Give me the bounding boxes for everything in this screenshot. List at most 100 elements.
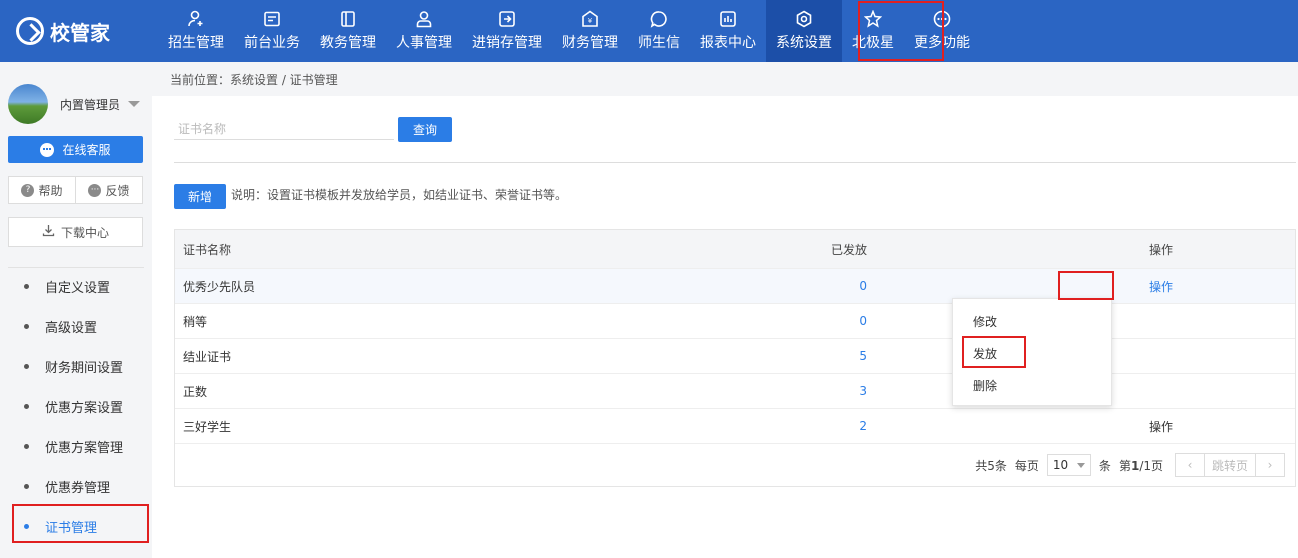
action-menu-button[interactable]: 操作 xyxy=(1149,280,1173,294)
menu-item-edit[interactable]: 修改 xyxy=(953,305,1111,337)
nav-label: 招生管理 xyxy=(168,35,224,51)
user-add-icon xyxy=(187,10,205,28)
question-icon: ? xyxy=(21,183,35,197)
money-icon: ¥ xyxy=(581,10,599,28)
table-row: 结业证书 5 xyxy=(175,339,1295,374)
nav-item-frontdesk[interactable]: 前台业务 xyxy=(234,0,310,62)
user-name: 内置管理员 xyxy=(60,97,121,112)
pager-controls: ‹ 跳转页 › xyxy=(1175,453,1285,477)
bullet-icon xyxy=(24,523,29,529)
nav-label: 系统设置 xyxy=(776,35,832,51)
nav-item-hr[interactable]: 人事管理 xyxy=(386,0,462,62)
nav-label: 前台业务 xyxy=(244,35,300,51)
settings-icon xyxy=(795,10,813,28)
nav-item-system-settings[interactable]: 系统设置 xyxy=(766,0,842,62)
star-icon xyxy=(864,10,882,28)
nav-menu: 招生管理 前台业务 教务管理 人事管理 进销存管理 ¥ 财务管理 师生信 报表中 xyxy=(158,0,980,62)
nav-item-finance[interactable]: ¥ 财务管理 xyxy=(552,0,628,62)
bullet-icon xyxy=(24,403,29,409)
app-logo[interactable]: 校管家 xyxy=(0,0,158,62)
total-count: 共5条 xyxy=(975,458,1007,473)
issued-count-link[interactable]: 2 xyxy=(775,419,867,433)
bullet-icon xyxy=(24,443,29,449)
nav-label: 财务管理 xyxy=(562,35,618,51)
certificate-name: 结业证书 xyxy=(183,349,232,364)
nav-label: 北极星 xyxy=(852,35,894,51)
action-menu-button[interactable]: 操作 xyxy=(1149,420,1173,434)
sidebar-item-fiscal-period[interactable]: 财务期间设置 xyxy=(0,346,152,386)
nav-item-reports[interactable]: 报表中心 xyxy=(690,0,766,62)
online-service-label: 在线客服 xyxy=(62,143,111,157)
download-center-label: 下载中心 xyxy=(60,225,109,240)
nav-label: 更多功能 xyxy=(914,35,970,51)
more-icon xyxy=(933,10,951,28)
nav-item-messages[interactable]: 师生信 xyxy=(628,0,690,62)
logo-icon xyxy=(16,17,44,45)
person-icon xyxy=(415,10,433,28)
sidebar-menu: 自定义设置 高级设置 财务期间设置 优惠方案设置 优惠方案管理 优惠券管理 证书… xyxy=(0,266,152,546)
chevron-down-icon[interactable] xyxy=(128,101,141,107)
help-button[interactable]: ? 帮助 xyxy=(9,177,75,203)
card-icon xyxy=(263,10,281,28)
feedback-button[interactable]: ··· 反馈 xyxy=(75,177,142,203)
sidebar-item-certificate-management[interactable]: 证书管理 xyxy=(0,506,152,546)
inventory-icon xyxy=(498,10,516,28)
download-icon xyxy=(42,224,55,240)
chevron-left-icon: ‹ xyxy=(1187,458,1193,472)
column-header-issued: 已发放 xyxy=(830,242,867,257)
book-icon xyxy=(339,10,357,28)
certificate-name: 优秀少先队员 xyxy=(183,279,256,294)
chat-icon xyxy=(650,10,668,28)
download-center-button[interactable]: 下载中心 xyxy=(8,217,143,247)
sidebar-item-label: 证书管理 xyxy=(45,520,98,536)
breadcrumb: 当前位置：系统设置 / 证书管理 xyxy=(152,62,1298,96)
prev-page-button[interactable]: ‹ xyxy=(1176,454,1204,476)
bullet-icon xyxy=(24,283,29,289)
sidebar-item-custom-settings[interactable]: 自定义设置 xyxy=(0,266,152,306)
nav-label: 人事管理 xyxy=(396,35,452,51)
certificate-name: 三好学生 xyxy=(183,419,232,434)
user-panel[interactable]: 内置管理员 xyxy=(8,84,144,124)
sidebar-item-discount-settings[interactable]: 优惠方案设置 xyxy=(0,386,152,426)
nav-item-recruit[interactable]: 招生管理 xyxy=(158,0,234,62)
nav-item-inventory[interactable]: 进销存管理 xyxy=(462,0,552,62)
top-nav: 校管家 招生管理 前台业务 教务管理 人事管理 进销存管理 ¥ 财务管理 师生信… xyxy=(0,0,1298,62)
nav-item-more[interactable]: 更多功能 xyxy=(904,0,980,62)
nav-item-polaris[interactable]: 北极星 xyxy=(842,0,904,62)
avatar xyxy=(8,84,48,124)
issued-count-link[interactable]: 3 xyxy=(775,384,867,398)
page-size-select[interactable]: 10 xyxy=(1046,454,1091,476)
pagination: 共5条 每页 10 条 第1/1页 ‹ 跳转页 › xyxy=(175,444,1295,486)
report-icon xyxy=(719,10,737,28)
online-service-button[interactable]: 在线客服 xyxy=(8,136,143,163)
sidebar-item-coupon-management[interactable]: 优惠券管理 xyxy=(0,466,152,506)
sidebar-item-label: 高级设置 xyxy=(45,320,98,336)
certificate-name-search-input[interactable] xyxy=(174,118,394,140)
next-page-button[interactable]: › xyxy=(1256,454,1284,476)
sidebar-item-discount-management[interactable]: 优惠方案管理 xyxy=(0,426,152,466)
per-page-unit: 条 xyxy=(1098,458,1111,473)
sidebar-item-advanced-settings[interactable]: 高级设置 xyxy=(0,306,152,346)
certificate-name: 正数 xyxy=(183,384,208,399)
table-row: 三好学生 2 操作 xyxy=(175,409,1295,444)
issued-count-link[interactable]: 0 xyxy=(775,279,867,293)
menu-item-issue[interactable]: 发放 xyxy=(953,337,1111,369)
filter-divider xyxy=(174,162,1296,163)
table-row: 稍等 0 xyxy=(175,304,1295,339)
feedback-label: 反馈 xyxy=(105,183,130,198)
issued-count-link[interactable]: 0 xyxy=(775,314,867,328)
page-size-value: 10 xyxy=(1052,458,1069,472)
logo-text: 校管家 xyxy=(50,20,110,45)
jump-page-input[interactable]: 跳转页 xyxy=(1204,454,1256,476)
sidebar: 内置管理员 在线客服 ? 帮助 ··· 反馈 下载中心 自定义设置 高级设置 财… xyxy=(0,62,152,558)
page-indicator: 第1/1页 xyxy=(1118,458,1163,473)
ellipsis-icon: ··· xyxy=(88,183,102,197)
nav-item-academic[interactable]: 教务管理 xyxy=(310,0,386,62)
chevron-down-icon xyxy=(1076,462,1085,468)
add-certificate-button[interactable]: 新增 xyxy=(174,184,226,209)
table-header: 证书名称 已发放 操作 xyxy=(175,230,1295,269)
issued-count-link[interactable]: 5 xyxy=(775,349,867,363)
query-button[interactable]: 查询 xyxy=(398,117,452,142)
menu-item-delete[interactable]: 删除 xyxy=(953,369,1111,401)
help-label: 帮助 xyxy=(38,183,63,198)
